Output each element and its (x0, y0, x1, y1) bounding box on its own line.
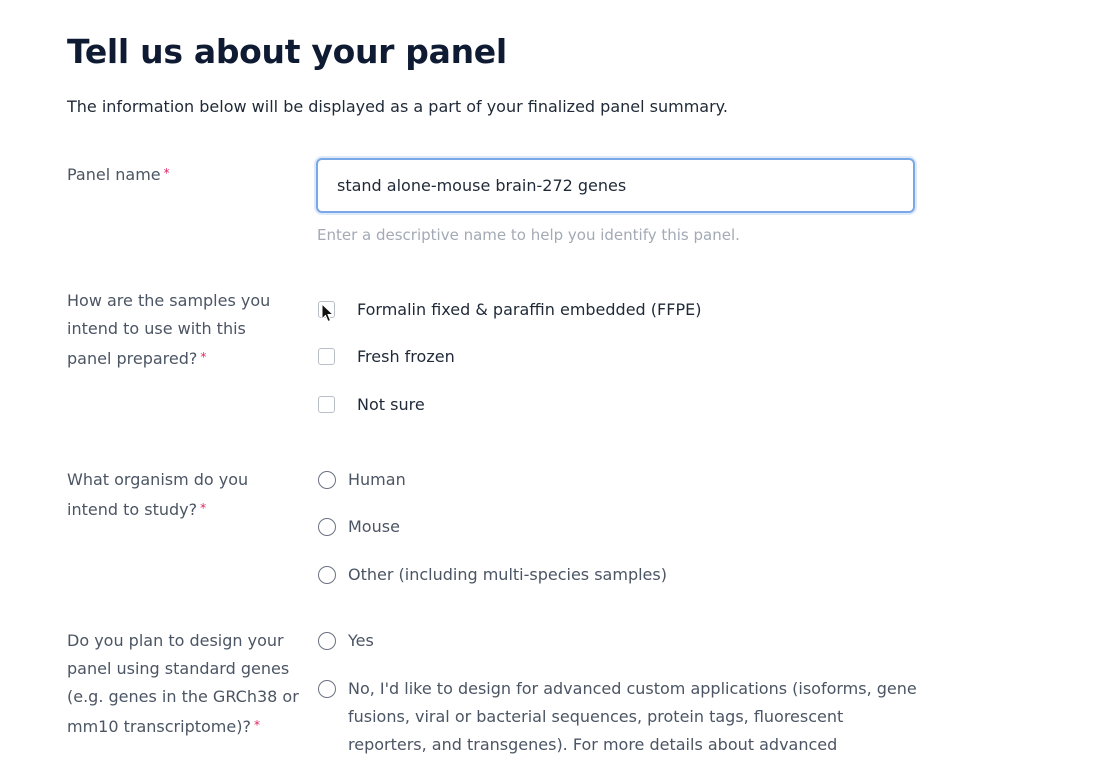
panel-name-input[interactable] (316, 158, 915, 213)
panel-name-helper: Enter a descriptive name to help you ide… (317, 226, 740, 244)
sample-prep-label: How are the samples you intend to use wi… (67, 287, 289, 373)
mouse-pointer-icon (321, 303, 335, 323)
design-label-text: Do you plan to design your panel using s… (67, 631, 299, 736)
radio-label-yes: Yes (348, 631, 374, 650)
radio-option-yes[interactable]: Yes (318, 631, 374, 650)
intro-text: The information below will be displayed … (67, 97, 728, 116)
checkbox-option-ffpe[interactable]: Formalin fixed & paraffin embedded (FFPE… (318, 300, 701, 319)
checkbox-not-sure[interactable] (318, 396, 335, 413)
radio-option-mouse[interactable]: Mouse (318, 517, 400, 536)
sample-prep-label-text: How are the samples you intend to use wi… (67, 291, 271, 368)
radio-mouse[interactable] (318, 517, 336, 536)
radio-yes[interactable] (318, 631, 336, 650)
radio-option-other[interactable]: Other (including multi-species samples) (318, 565, 667, 584)
required-marker: * (253, 718, 260, 732)
radio-option-human[interactable]: Human (318, 470, 406, 489)
checkbox-option-not-sure[interactable]: Not sure (318, 395, 425, 414)
organism-label: What organism do you intend to study? * (67, 466, 267, 524)
radio-label-no-advanced: No, I'd like to design for advanced cust… (348, 679, 917, 754)
required-marker: * (200, 501, 207, 515)
radio-label-mouse: Mouse (348, 517, 400, 536)
checkbox-label-fresh-frozen: Fresh frozen (357, 347, 455, 366)
radio-label-human: Human (348, 470, 406, 489)
panel-form-page: Tell us about your panel The information… (0, 0, 1094, 764)
checkbox-label-not-sure: Not sure (357, 395, 425, 414)
radio-other[interactable] (318, 565, 336, 584)
radio-human[interactable] (318, 470, 336, 489)
checkbox-fresh-frozen[interactable] (318, 348, 335, 365)
required-marker: * (163, 166, 170, 180)
radio-option-no-advanced[interactable]: No, I'd like to design for advanced cust… (318, 675, 918, 759)
checkbox-label-ffpe: Formalin fixed & paraffin embedded (FFPE… (357, 300, 702, 319)
radio-no-advanced[interactable] (318, 680, 336, 698)
radio-label-other: Other (including multi-species samples) (348, 565, 667, 584)
panel-name-label-text: Panel name (67, 165, 161, 184)
checkbox-option-fresh-frozen[interactable]: Fresh frozen (318, 347, 455, 366)
required-marker: * (200, 350, 207, 364)
page-title: Tell us about your panel (67, 32, 507, 71)
panel-name-label: Panel name * (67, 159, 302, 189)
organism-label-text: What organism do you intend to study? (67, 470, 249, 519)
design-label: Do you plan to design your panel using s… (67, 627, 305, 741)
